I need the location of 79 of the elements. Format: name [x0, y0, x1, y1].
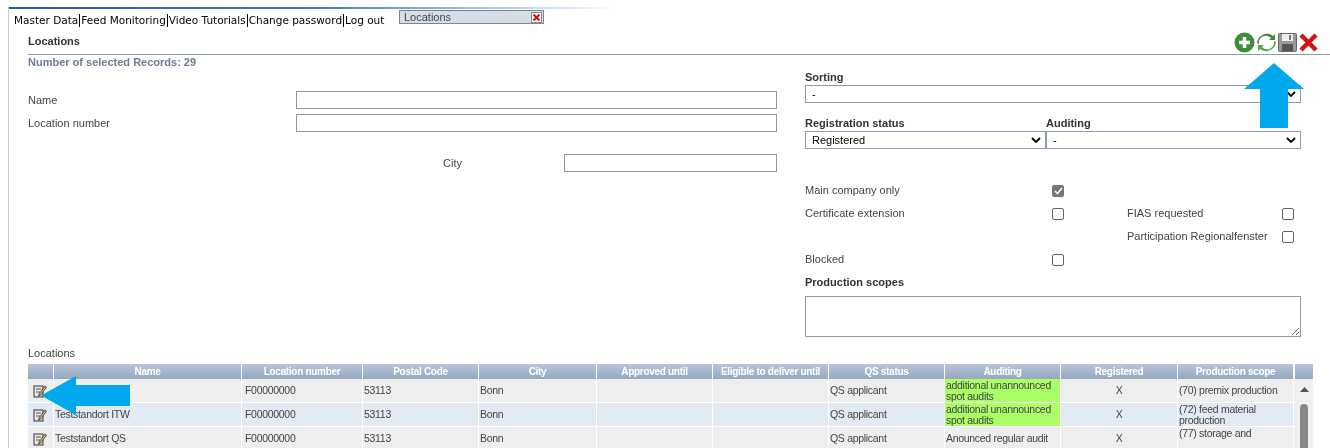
add-icon[interactable] — [1234, 32, 1255, 53]
text-area[interactable] — [805, 296, 1301, 337]
table-cell: Bonn — [479, 403, 597, 426]
table-cell: F00000000 — [242, 427, 363, 448]
pointer-arrow — [1244, 63, 1304, 128]
field-label: City — [443, 155, 463, 171]
table-title: Locations — [28, 346, 77, 359]
open-tab[interactable]: Locations — [399, 10, 544, 24]
table-cell: Teststandort QS — [54, 427, 242, 448]
table-cell: 53113 — [363, 427, 479, 448]
save-icon[interactable] — [1278, 33, 1297, 52]
nav-link[interactable]: Video Tutorials — [168, 14, 246, 27]
refresh-icon[interactable] — [1256, 32, 1277, 53]
check-icon — [1053, 186, 1063, 195]
header-cap — [1295, 364, 1313, 379]
text-field[interactable] — [296, 114, 777, 132]
record-count: Number of selected Records: 29 — [28, 56, 198, 68]
nav-link[interactable]: Master Data — [14, 14, 79, 27]
checkbox[interactable] — [1052, 207, 1064, 220]
nav-link[interactable]: Feed Monitoring — [81, 14, 166, 27]
field-label: Registration status — [805, 116, 906, 131]
table-cell: X — [1061, 379, 1178, 402]
table-cell: X — [1061, 403, 1178, 426]
dropdown[interactable]: Registered — [805, 131, 1046, 149]
table-cell: F00000000 — [242, 403, 363, 426]
table-cell: F00000000 — [242, 379, 363, 402]
table-cell: X — [1061, 427, 1178, 448]
field-label: Production scopes — [805, 275, 906, 288]
table-cell: 53113 — [363, 403, 479, 426]
nav-link[interactable]: Log out — [345, 14, 385, 27]
checkbox[interactable] — [1052, 184, 1064, 197]
checkbox[interactable] — [1052, 253, 1064, 266]
close-icon[interactable] — [531, 11, 542, 23]
dropdown[interactable]: - — [1046, 131, 1301, 149]
table-cell: 53113 — [363, 379, 479, 402]
column-header[interactable]: Eligible to deliver until — [713, 364, 829, 379]
checkbox-label: Certificate extension — [805, 206, 906, 222]
table-cell: Anounced regular audit — [945, 427, 1061, 448]
table-cell: additional unannounced spot audits — [945, 403, 1061, 426]
field-label: Auditing — [1046, 116, 1091, 131]
field-label: Sorting — [805, 70, 845, 84]
column-header[interactable]: Registered — [1061, 364, 1178, 379]
scroll-up-icon[interactable] — [1299, 387, 1309, 392]
column-header[interactable]: Approved until — [597, 364, 713, 379]
checkbox[interactable] — [1282, 230, 1294, 243]
field-label: Location number — [28, 115, 111, 131]
edit-icon[interactable] — [33, 383, 47, 398]
scrollbar[interactable] — [1295, 379, 1313, 448]
table-cell: (72) feed material production — [1178, 403, 1294, 426]
column-header[interactable]: Auditing — [945, 364, 1061, 379]
close-icon[interactable] — [1298, 32, 1319, 53]
checkbox-label: Main company only — [805, 183, 901, 199]
column-header[interactable]: Postal Code — [363, 364, 479, 379]
chevron-down-icon — [1286, 91, 1296, 97]
column-header[interactable]: Production scope — [1178, 364, 1294, 379]
page-title: Locations — [28, 33, 80, 49]
column-header[interactable]: QS status — [829, 364, 945, 379]
table-cell: (70) premix production — [1178, 379, 1294, 402]
tab-label: Locations — [404, 11, 452, 23]
column-header[interactable]: Name — [54, 364, 242, 379]
table-cell: Bonn — [479, 427, 597, 448]
field-label: Name — [28, 92, 59, 108]
chevron-down-icon — [1286, 137, 1296, 143]
checkbox-label: FIAS requested — [1127, 206, 1205, 222]
edit-icon[interactable] — [33, 407, 47, 422]
edit-icon[interactable] — [33, 431, 47, 446]
table-cell: Bonn — [479, 379, 597, 402]
column-header[interactable]: Location number — [242, 364, 363, 379]
dropdown[interactable]: - — [805, 85, 1301, 103]
nav-link[interactable]: Change password — [248, 14, 343, 27]
table-cell: QS applicant — [829, 427, 945, 448]
text-field[interactable] — [296, 91, 777, 109]
column-header[interactable]: City — [479, 364, 597, 379]
chevron-down-icon — [1031, 137, 1041, 143]
checkbox-label: Participation Regionalfenster — [1127, 229, 1269, 245]
table-cell: (77) storage and — [1178, 427, 1294, 448]
checkbox-label: Blocked — [805, 252, 846, 268]
checkbox[interactable] — [1282, 207, 1294, 220]
text-field[interactable] — [564, 154, 777, 172]
